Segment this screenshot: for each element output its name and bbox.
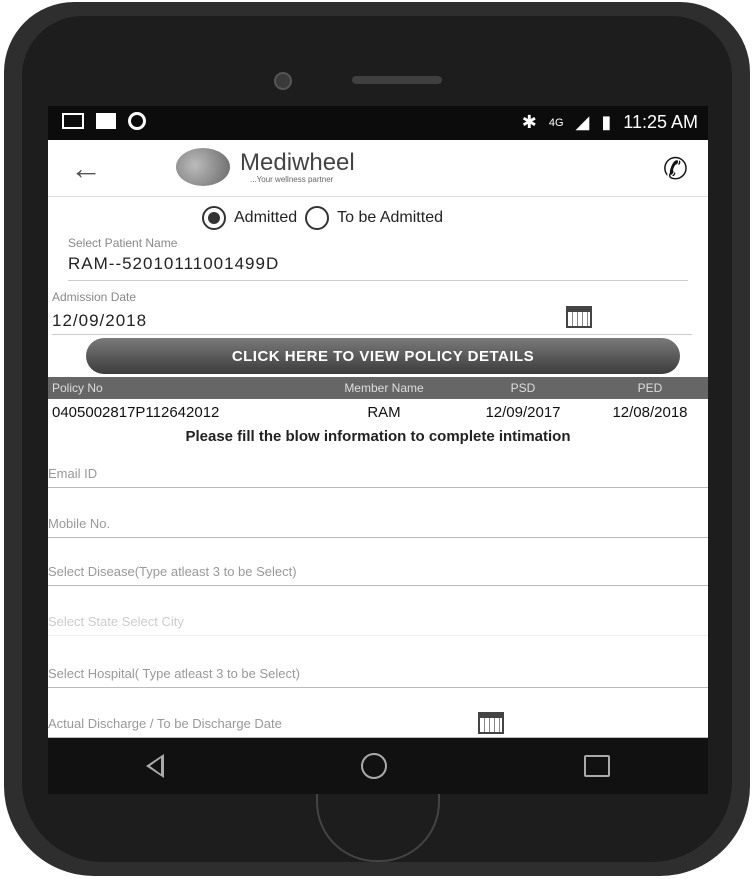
cell-policy-no: 0405002817P112642012 xyxy=(52,403,220,421)
patient-name-select[interactable]: RAM--5201011100149​9D xyxy=(68,254,279,274)
front-camera xyxy=(274,72,292,90)
admission-date-input[interactable]: 12/09/2018 xyxy=(52,311,147,331)
discharge-calendar-icon[interactable] xyxy=(478,712,504,734)
nav-back-icon[interactable] xyxy=(146,754,165,778)
col-ped: PED xyxy=(637,381,663,395)
divider xyxy=(52,334,692,335)
radio-to-be-admitted-label: To be Admitted xyxy=(337,209,443,226)
app-tagline: ...Your wellness partner xyxy=(250,174,334,184)
cell-member-name: RAM xyxy=(367,403,401,421)
cell-psd: 12/09/2017 xyxy=(485,403,561,421)
speaker-grille xyxy=(352,76,442,84)
signal-icon: ◢ xyxy=(575,112,590,132)
status-bar: ✱ 4G ◢ ▮ 11:25 AM xyxy=(48,106,708,140)
phone-call-icon[interactable]: ✆ xyxy=(663,152,688,187)
policy-table-header: Policy No Member Name PSD PED xyxy=(48,377,708,399)
policy-table: Policy No Member Name PSD PED 0405002817… xyxy=(48,377,708,425)
col-psd: PSD xyxy=(510,381,536,395)
nav-recents-icon[interactable] xyxy=(583,755,610,777)
admission-date-label: Admission Date xyxy=(52,290,137,304)
app-screen: ✱ 4G ◢ ▮ 11:25 AM ← Mediwheel ...Your we… xyxy=(48,106,708,738)
radio-admitted-label: Admitted xyxy=(234,209,298,226)
app-toolbar: ← Mediwheel ...Your wellness partner ✆ xyxy=(48,140,708,197)
bluetooth-icon: ✱ xyxy=(521,112,537,132)
table-row: 0405002817P112642012 RAM 12/09/2017 12/0… xyxy=(48,399,708,425)
calendar-icon[interactable] xyxy=(566,306,592,328)
mobile-field[interactable]: Mobile No. xyxy=(48,516,708,538)
col-member-name: Member Name xyxy=(344,381,424,395)
app-name: Mediwheel xyxy=(240,148,355,176)
back-arrow-icon[interactable]: ← xyxy=(70,150,102,187)
patient-name-label: Select Patient Name xyxy=(68,236,178,250)
battery-icon: ▮ xyxy=(601,112,612,132)
view-policy-details-button[interactable]: CLICK HERE TO VIEW POLICY DETAILS xyxy=(86,338,680,374)
intimation-note: Please fill the blow information to comp… xyxy=(185,428,571,445)
admission-status-group: Admitted To be Admitted xyxy=(202,206,443,230)
logo-globe-icon xyxy=(176,148,230,186)
clock: 11:25 AM xyxy=(623,112,698,132)
discharge-date-field[interactable]: Actual Discharge / To be Discharge Date xyxy=(48,716,708,738)
circle-icon xyxy=(128,112,146,130)
mail-icon xyxy=(62,113,84,129)
email-field[interactable]: Email ID xyxy=(48,466,708,488)
nav-home-icon[interactable] xyxy=(360,753,387,779)
cell-ped: 12/08/2018 xyxy=(612,403,688,421)
android-nav-bar xyxy=(48,738,708,794)
hospital-select[interactable]: Select Hospital( Type atleast 3 to be Se… xyxy=(48,666,708,688)
network-label: 4G xyxy=(548,116,564,129)
disease-select[interactable]: Select Disease(Type atleast 3 to be Sele… xyxy=(48,564,708,586)
divider xyxy=(68,280,688,281)
state-city-select[interactable]: Select State Select City xyxy=(48,614,708,636)
app-logo: Mediwheel ...Your wellness partner xyxy=(176,148,355,186)
image-icon xyxy=(96,113,116,129)
radio-admitted[interactable] xyxy=(202,206,226,230)
col-policy-no: Policy No xyxy=(52,381,103,395)
radio-to-be-admitted[interactable] xyxy=(305,206,330,230)
